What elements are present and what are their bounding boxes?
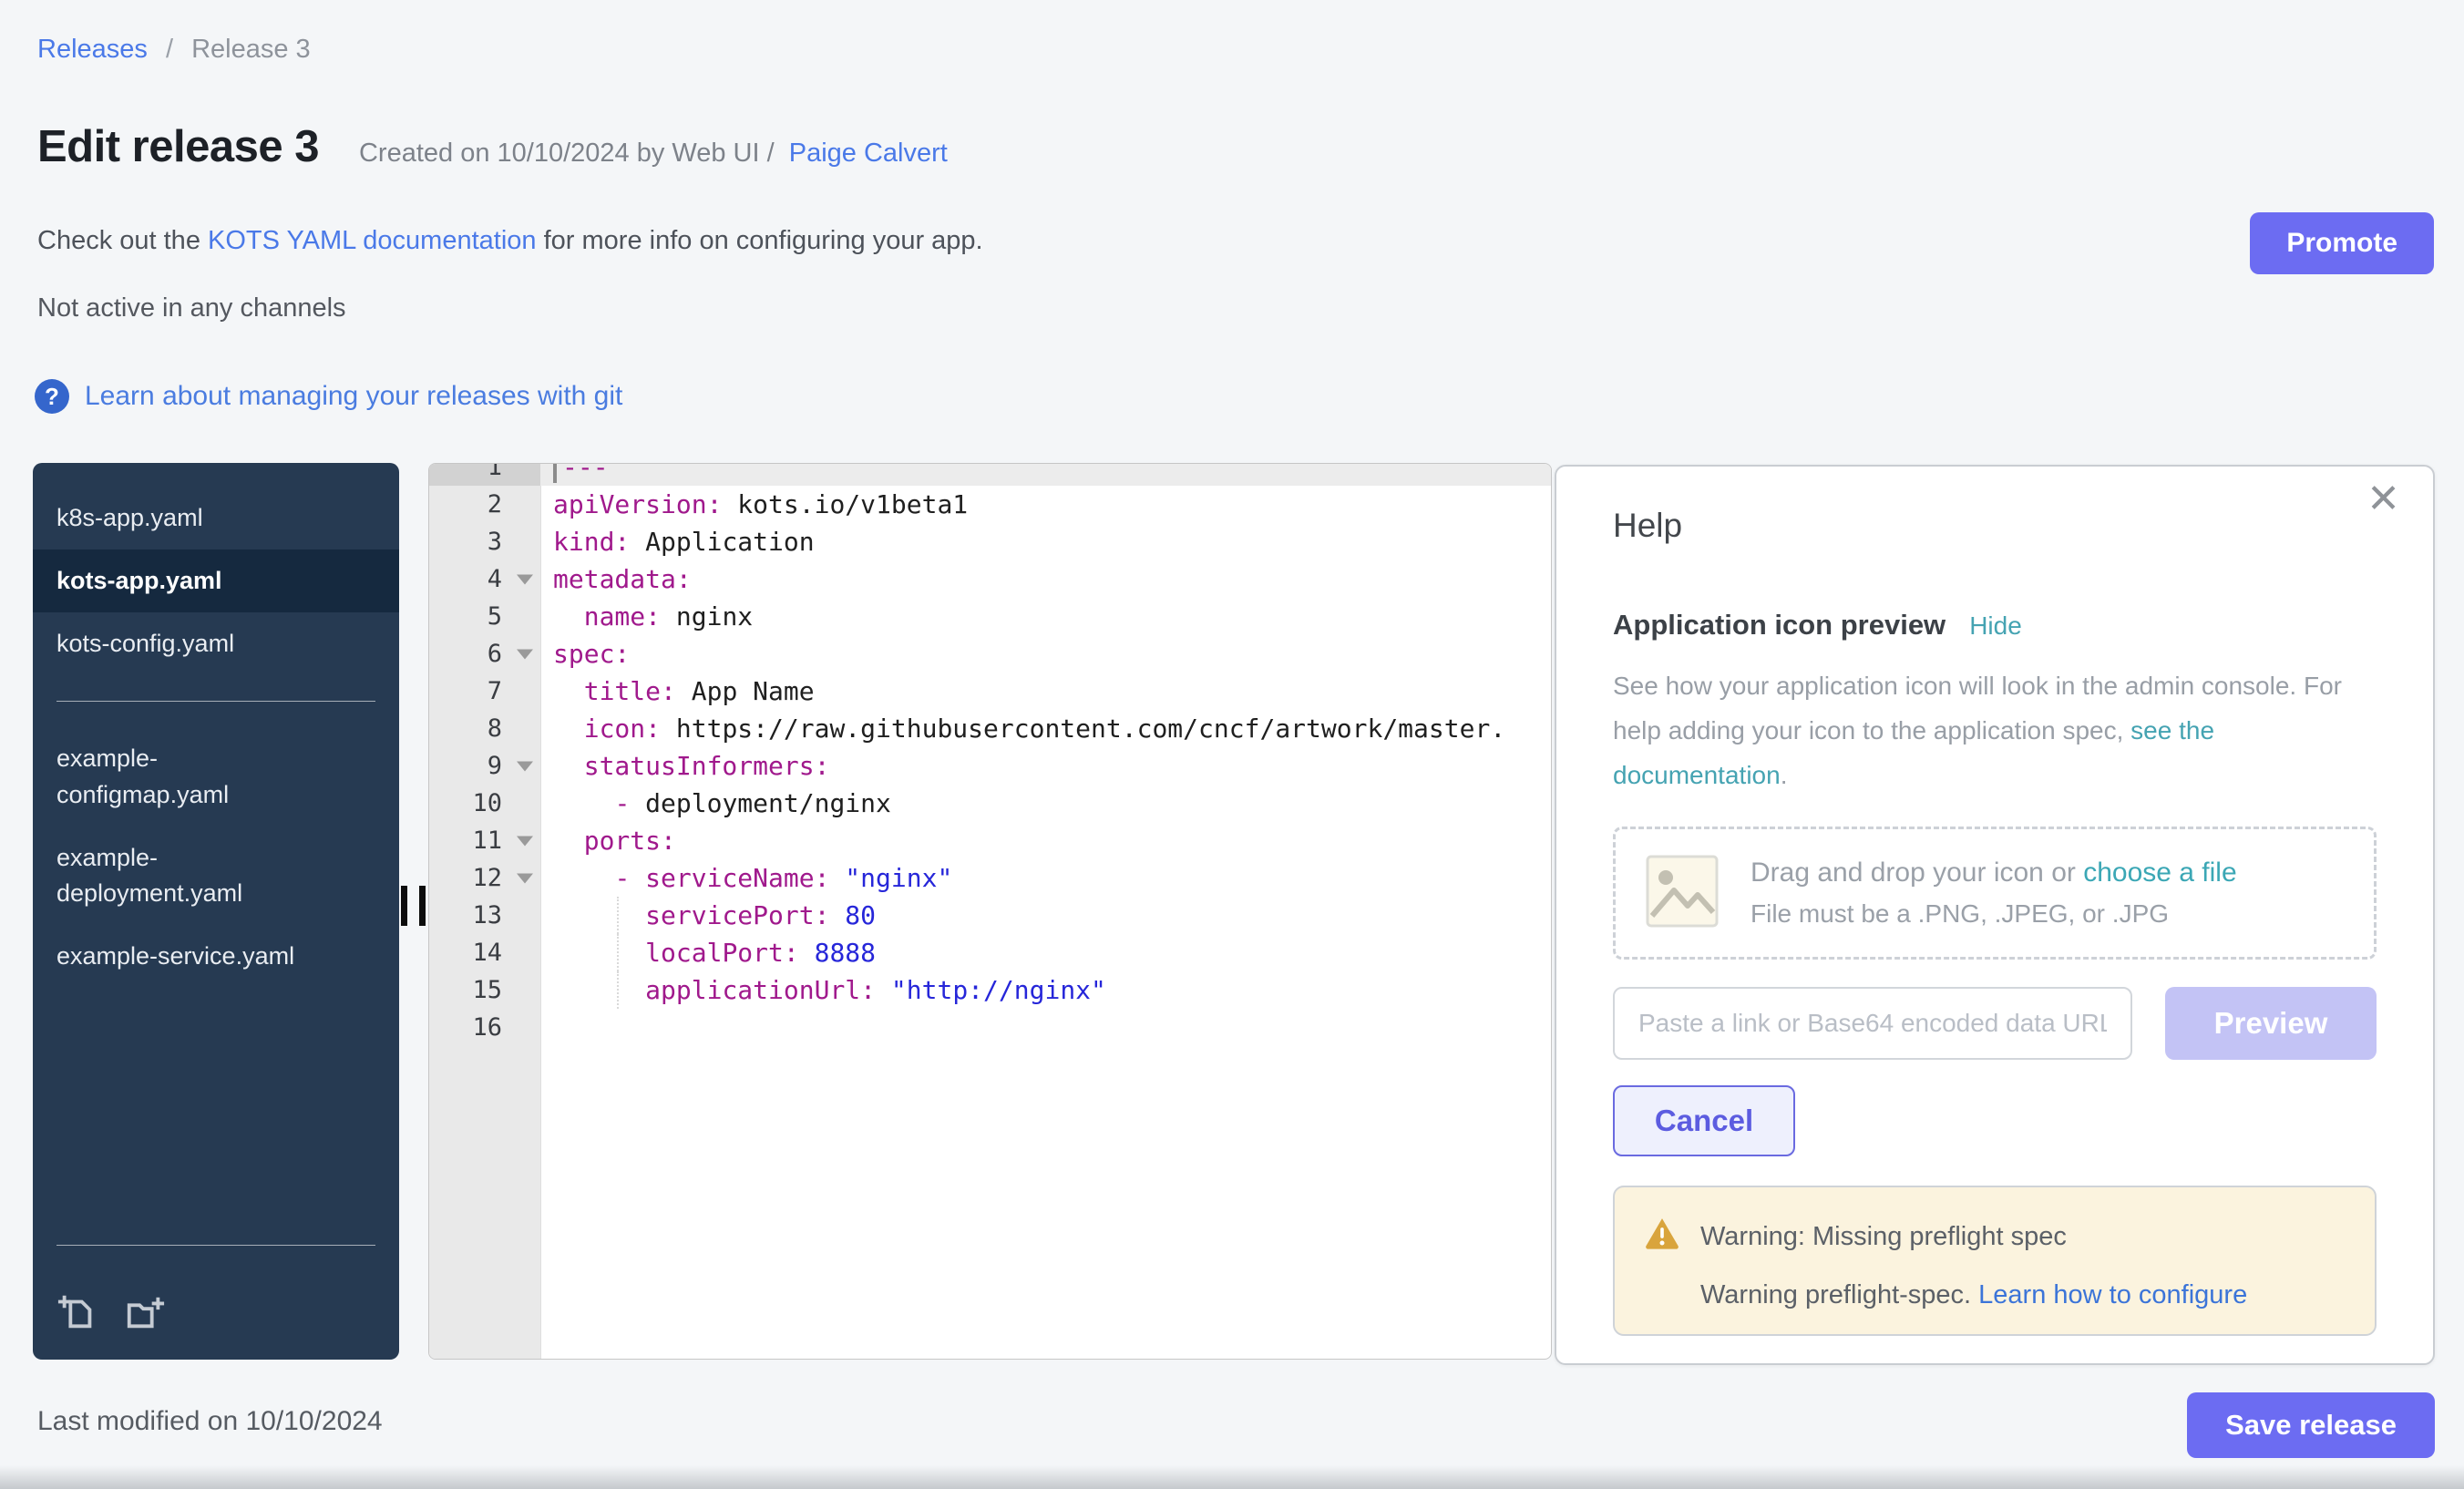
channel-status: Not active in any channels xyxy=(37,293,346,323)
save-release-button[interactable]: Save release xyxy=(2187,1392,2435,1458)
text-cursor xyxy=(553,463,557,483)
created-author-link[interactable]: Paige Calvert xyxy=(789,139,948,168)
dropzone-text: Drag and drop your icon or xyxy=(1750,857,2083,888)
editor-line-3[interactable]: 3kind: Application xyxy=(429,523,1551,560)
editor-line-16[interactable]: 16 xyxy=(429,1009,1551,1046)
line-number: 16 xyxy=(472,1013,502,1042)
fold-arrow-icon[interactable] xyxy=(517,761,533,771)
kots-docs-link[interactable]: KOTS YAML documentation xyxy=(208,226,537,255)
sidebar-resize-handle[interactable] xyxy=(401,886,426,926)
promote-button[interactable]: Promote xyxy=(2250,212,2434,274)
line-number: 6 xyxy=(488,640,502,668)
editor-line-7[interactable]: 7 title: App Name xyxy=(429,673,1551,710)
sidebar-footer xyxy=(33,1219,399,1343)
git-help-link[interactable]: ? Learn about managing your releases wit… xyxy=(35,379,622,414)
breadcrumb-releases-link[interactable]: Releases xyxy=(37,35,148,64)
line-number: 8 xyxy=(488,714,502,743)
warning-detail: Warning preflight-spec. xyxy=(1700,1280,1978,1309)
image-placeholder-icon xyxy=(1645,854,1720,933)
icon-dropzone[interactable]: Drag and drop your icon or choose a file… xyxy=(1613,827,2377,960)
line-number: 15 xyxy=(472,976,502,1004)
line-number: 9 xyxy=(488,752,502,780)
line-number: 2 xyxy=(488,490,502,519)
editor-line-15[interactable]: 15 applicationUrl: "http://nginx" xyxy=(429,971,1551,1009)
fold-arrow-icon[interactable] xyxy=(517,574,533,584)
line-number: 14 xyxy=(472,939,502,967)
warning-icon xyxy=(1644,1215,1680,1258)
hide-link[interactable]: Hide xyxy=(1969,611,2022,641)
created-info: Created on 10/10/2024 by Web UI / Paige … xyxy=(359,139,948,169)
line-number: 7 xyxy=(488,677,502,705)
editor-line-9[interactable]: 9 statusInformers: xyxy=(429,747,1551,785)
breadcrumb-separator: / xyxy=(166,35,173,64)
last-modified: Last modified on 10/10/2024 xyxy=(37,1406,383,1437)
warning-title: Warning: Missing preflight spec xyxy=(1700,1222,2067,1252)
example-file-list: example-configmap.yamlexample-deployment… xyxy=(33,727,399,988)
workspace: k8s-app.yamlkots-app.yamlkots-config.yam… xyxy=(0,463,2464,1365)
editor-line-5[interactable]: 5 name: nginx xyxy=(429,598,1551,635)
editor-line-6[interactable]: 6spec: xyxy=(429,635,1551,673)
add-folder-icon[interactable] xyxy=(124,1291,166,1338)
preflight-warning-box: Warning: Missing preflight spec Warning … xyxy=(1613,1186,2377,1336)
line-number: 11 xyxy=(472,827,502,855)
git-help-link-text[interactable]: Learn about managing your releases with … xyxy=(85,381,622,412)
fold-arrow-icon[interactable] xyxy=(517,873,533,883)
help-title: Help xyxy=(1613,507,2377,545)
breadcrumb-current: Release 3 xyxy=(191,35,311,64)
line-number: 1 xyxy=(488,463,502,481)
line-number: 10 xyxy=(472,789,502,817)
preview-button[interactable]: Preview xyxy=(2165,987,2377,1060)
choose-file-link[interactable]: choose a file xyxy=(2083,857,2236,888)
editor-line-12[interactable]: 12 - serviceName: "nginx" xyxy=(429,859,1551,897)
file-sidebar: k8s-app.yamlkots-app.yamlkots-config.yam… xyxy=(33,463,399,1360)
file-item-kots-app-yaml[interactable]: kots-app.yaml xyxy=(33,549,399,612)
editor-line-14[interactable]: 14 localPort: 8888 xyxy=(429,934,1551,971)
docs-hint: Check out the KOTS YAML documentation fo… xyxy=(37,226,983,256)
sidebar-footer-divider xyxy=(56,1245,375,1246)
title-row: Edit release 3 Created on 10/10/2024 by … xyxy=(37,121,948,172)
editor-line-11[interactable]: 11 ports: xyxy=(429,822,1551,859)
page-title: Edit release 3 xyxy=(37,121,319,172)
cancel-button[interactable]: Cancel xyxy=(1613,1085,1795,1156)
add-file-icon[interactable] xyxy=(56,1291,98,1338)
line-number: 4 xyxy=(488,565,502,593)
docs-hint-suffix: for more info on configuring your app. xyxy=(537,226,983,255)
bottom-fade xyxy=(0,1465,2464,1489)
file-item-example-configmap-yaml[interactable]: example-configmap.yaml xyxy=(33,727,399,826)
breadcrumb: Releases / Release 3 xyxy=(37,35,311,65)
editor-line-13[interactable]: 13 servicePort: 80 xyxy=(429,897,1551,934)
editor-line-1[interactable]: 1--- xyxy=(429,463,1551,486)
release-editor-page: Releases / Release 3 Edit release 3 Crea… xyxy=(0,0,2464,1489)
docs-hint-prefix: Check out the xyxy=(37,226,208,255)
dropzone-filetypes: File must be a .PNG, .JPEG, or .JPG xyxy=(1750,899,2237,929)
description-suffix: . xyxy=(1781,761,1788,789)
line-number: 5 xyxy=(488,602,502,631)
close-icon[interactable]: ✕ xyxy=(2361,474,2406,525)
line-number: 3 xyxy=(488,528,502,556)
yaml-editor[interactable]: 1---2apiVersion: kots.io/v1beta13kind: A… xyxy=(428,463,1552,1360)
file-item-example-deployment-yaml[interactable]: example-deployment.yaml xyxy=(33,827,399,925)
editor-line-4[interactable]: 4metadata: xyxy=(429,560,1551,598)
file-item-k8s-app-yaml[interactable]: k8s-app.yaml xyxy=(33,487,399,549)
fold-arrow-icon[interactable] xyxy=(517,649,533,659)
description-text: See how your application icon will look … xyxy=(1613,672,2342,744)
warning-configure-link[interactable]: Learn how to configure xyxy=(1978,1280,2247,1309)
line-number: 12 xyxy=(472,864,502,892)
created-text: Created on 10/10/2024 by Web UI / xyxy=(359,139,775,168)
icon-preview-description: See how your application icon will look … xyxy=(1613,663,2342,797)
sidebar-divider xyxy=(56,701,375,702)
editor-line-10[interactable]: 10 - deployment/nginx xyxy=(429,785,1551,822)
help-panel: ✕ Help Application icon preview Hide See… xyxy=(1555,465,2435,1365)
line-number: 13 xyxy=(472,901,502,929)
icon-url-input[interactable] xyxy=(1613,987,2132,1060)
question-icon: ? xyxy=(35,379,69,414)
icon-preview-title: Application icon preview xyxy=(1613,609,1946,642)
file-list: k8s-app.yamlkots-app.yamlkots-config.yam… xyxy=(33,487,399,675)
editor-line-2[interactable]: 2apiVersion: kots.io/v1beta1 xyxy=(429,486,1551,523)
file-item-kots-config-yaml[interactable]: kots-config.yaml xyxy=(33,612,399,675)
file-item-example-service-yaml[interactable]: example-service.yaml xyxy=(33,925,399,988)
editor-line-8[interactable]: 8 icon: https://raw.githubusercontent.co… xyxy=(429,710,1551,747)
fold-arrow-icon[interactable] xyxy=(517,836,533,846)
